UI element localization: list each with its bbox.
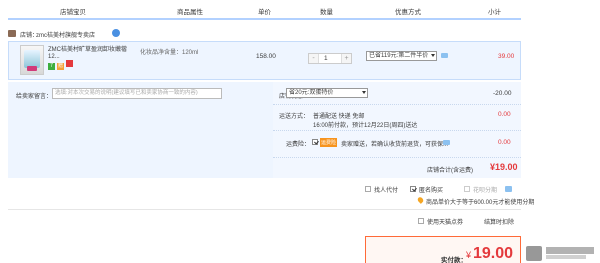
shop-promo-select[interactable]: 省20元:双蛋特价 [286,88,368,98]
location-pin-icon [416,196,425,204]
shop-promo-value: 省20元:双蛋特价 [289,90,334,96]
watermark-text-block [546,247,594,254]
promo-badge-icon [66,60,73,67]
insurance-info-icon[interactable] [443,140,450,145]
item-promo-value: 已省119元:第二件半价 [369,53,429,59]
divider [8,209,521,210]
message-label: 给卖家留言： [16,94,53,100]
header-divider [8,18,521,20]
insurance-amount: 0.00 [498,139,511,146]
seven-day-return-icon: 7 [48,63,55,70]
shop-total-label: 店铺合计(含运费) [427,168,473,174]
anonymous-buy-label: 匿名购买 [419,188,444,194]
product-attr: 化妆品净含量：120ml [140,50,199,56]
qty-plus-button[interactable]: + [341,54,351,63]
actual-payment-value: 19.00 [473,245,514,262]
shop-total-value: ¥19.00 [490,162,518,172]
seller-message-input[interactable]: 选填:对本次交易的说明(建议填写已和卖家协商一致的内容) [52,88,222,99]
col-header-attr: 商品属性 [177,9,203,16]
unit-price: 158.00 [256,53,276,60]
shop-name[interactable]: zmc桔美村旗舰专卖店 [36,30,95,39]
actual-payment-label: 实付款： [441,257,467,263]
pay-for-me-checkbox[interactable] [365,186,371,192]
huabei-checkbox[interactable] [464,186,470,192]
divider [273,157,521,158]
points-deduct-label: 结算时扣除 [484,220,515,226]
col-header-price: 单价 [258,9,271,16]
huabei-info-icon[interactable] [505,186,512,192]
shipping-eta: 16:00前付款，预计12月22日(周四)送达 [313,123,418,129]
gift-icon: 赠 [57,63,64,70]
tmall-points-label: 使用天猫点券 [427,220,464,226]
quantity-stepper: - 1 + [308,53,352,64]
promo-info-icon[interactable] [441,53,448,58]
product-badges: 7赠 [48,60,75,70]
col-header-shop: 店铺宝贝 [60,9,86,16]
order-table-header: 店铺宝贝 商品属性 单价 数量 优惠方式 小计 [0,0,600,20]
anonymous-buy-checkbox[interactable] [410,186,416,192]
product-thumbnail[interactable] [20,45,44,75]
insurance-text: 卖家赠送，若确认收货前退货，可获保... [341,142,449,148]
product-title[interactable]: ZMC桔美村旷草盈润卸妆嫩蓿12... [48,47,132,61]
currency-symbol: ¥ [466,250,472,260]
divider [273,130,521,131]
qty-input[interactable]: 1 [324,55,328,62]
shop-row: 店铺： zmc桔美村旗舰专卖店 [8,28,521,40]
shop-promo-amount: -20.00 [493,90,512,97]
divider [273,104,521,105]
installment-note: 商品单价大于等于600.00元才能使用分期 [426,200,535,206]
insurance-label: 运费险： [286,142,311,148]
watermark-logo [526,246,542,261]
wangwang-chat-icon[interactable] [112,29,120,37]
shipping-label: 运送方式： [279,114,310,120]
shipping-amount: 0.00 [498,111,511,118]
col-header-qty: 数量 [320,9,333,16]
watermark-url-block [546,255,586,259]
huabei-label: 花呗分期 [473,188,498,194]
insurance-checkbox[interactable] [312,139,318,145]
shipping-method: 普通配送 快递 免邮 [313,114,365,120]
shop-icon [8,30,16,37]
chevron-down-icon [362,91,366,94]
qty-minus-button[interactable]: - [309,54,319,63]
pay-for-me-label: 找人代付 [374,188,399,194]
insurance-badge: 运费险 [320,138,338,147]
chevron-down-icon [431,54,435,57]
site-watermark [526,246,598,261]
item-subtotal: 39.00 [498,53,515,60]
item-promo-select[interactable]: 已省119元:第二件半价 [366,51,437,61]
col-header-promo: 优惠方式 [395,9,421,16]
col-header-subtotal: 小计 [488,9,501,16]
tmall-points-checkbox[interactable] [418,218,424,224]
